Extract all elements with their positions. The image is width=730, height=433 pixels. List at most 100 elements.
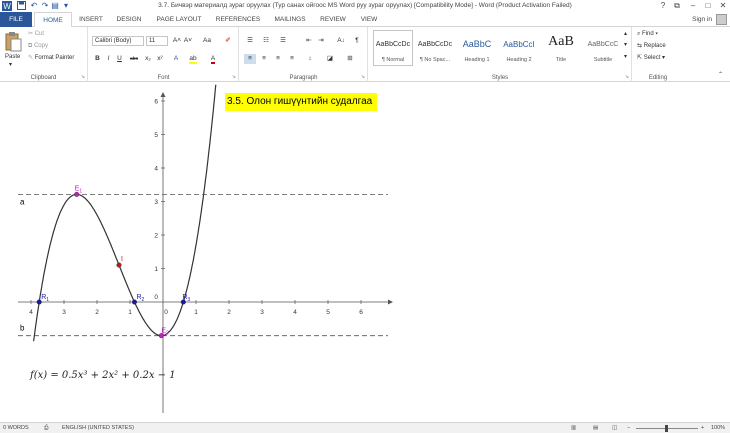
clear-formatting-icon[interactable]: ✐ <box>223 36 233 46</box>
multilevel-list-icon[interactable]: ☰ <box>276 36 290 46</box>
paste-button[interactable]: Paste <box>5 53 20 62</box>
sign-in-link[interactable]: Sign in <box>692 12 712 27</box>
font-color-icon[interactable]: A <box>207 54 219 64</box>
bullets-icon[interactable]: ☰ <box>244 36 256 46</box>
zoom-out-icon[interactable]: − <box>627 423 630 433</box>
y-tick-label: 6 <box>154 99 158 106</box>
web-layout-icon[interactable]: ◫ <box>612 423 617 433</box>
clipboard-launcher-icon[interactable]: ↘ <box>81 74 85 80</box>
ribbon: Paste ▾ ✂ Cut ⧉ Copy ✎ Format Painter Cl… <box>0 27 730 82</box>
font-launcher-icon[interactable]: ↘ <box>232 74 236 80</box>
close-button[interactable]: ✕ <box>716 0 730 12</box>
editing-label: Editing <box>648 75 668 81</box>
paragraph-launcher-icon[interactable]: ↘ <box>361 74 365 80</box>
format-painter-button[interactable]: ✎ Format Painter <box>28 54 74 63</box>
tab-file[interactable]: FILE <box>0 12 32 27</box>
style-heading-2[interactable]: AaBbCcI Heading 2 <box>499 30 539 66</box>
line-a-label: a <box>20 197 25 206</box>
maximize-button[interactable]: □ <box>701 0 715 12</box>
x-tick-label: 3 <box>62 309 66 316</box>
find-button[interactable]: ⌕ Find ▾ <box>637 30 658 39</box>
copy-label: Copy <box>33 43 48 49</box>
document-area[interactable]: 3.5. Олон гишүүнтийн судалгаа a b 432101… <box>0 83 730 422</box>
x-tick-label: 0 <box>164 309 168 316</box>
style-name: ¶ No Spac... <box>419 57 451 63</box>
highlight-icon[interactable]: ab <box>187 54 199 64</box>
paste-icon[interactable] <box>4 31 22 53</box>
zoom-level[interactable]: 100% <box>711 423 725 433</box>
text-effects-icon[interactable]: A <box>171 54 181 64</box>
bold-button[interactable]: B <box>93 54 102 64</box>
tab-insert[interactable]: INSERT <box>74 12 108 27</box>
borders-icon[interactable]: ⊞ <box>344 54 356 64</box>
change-case-button[interactable]: Aa <box>199 36 215 46</box>
tab-mailings[interactable]: MAILINGS <box>268 12 312 27</box>
y-tick-label: 4 <box>154 166 158 173</box>
x-tick-label: 4 <box>293 309 297 316</box>
style-name: ¶ Normal <box>381 57 405 63</box>
font-name-select[interactable]: Calibri (Body) <box>92 36 144 46</box>
style-name: Title <box>555 57 567 63</box>
font-size-select[interactable]: 11 <box>146 36 168 46</box>
point-r3-subscript: 3 <box>187 297 190 303</box>
zoom-in-icon[interactable]: + <box>701 423 704 433</box>
align-right-icon[interactable]: ≡ <box>272 54 284 64</box>
align-center-icon[interactable]: ≡ <box>258 54 270 64</box>
show-marks-button[interactable]: ¶ <box>352 36 362 46</box>
sort-button[interactable]: A↓ <box>335 36 347 46</box>
align-left-icon[interactable]: ≡ <box>244 54 256 64</box>
paste-dropdown-icon[interactable]: ▾ <box>9 61 12 70</box>
x-tick-label: 6 <box>359 309 363 316</box>
style-title[interactable]: AaB Title <box>541 30 581 66</box>
grow-font-button[interactable]: A˄ <box>172 36 182 46</box>
word-count[interactable]: 0 WORDS <box>3 423 29 433</box>
italic-button[interactable]: I <box>104 54 113 64</box>
zoom-slider-thumb[interactable] <box>665 425 668 432</box>
decrease-indent-icon[interactable]: ⇤ <box>304 36 314 46</box>
strikethrough-button[interactable]: abc <box>127 54 141 64</box>
styles-scroll-down-icon[interactable]: ▾ <box>624 41 627 50</box>
shading-icon[interactable]: ◪ <box>324 54 336 64</box>
tab-page-layout[interactable]: PAGE LAYOUT <box>150 12 208 27</box>
cut-button[interactable]: ✂ Cut <box>28 30 44 39</box>
read-mode-icon[interactable]: ▥ <box>571 423 576 433</box>
y-tick-label: 5 <box>154 132 158 139</box>
numbering-icon[interactable]: ☷ <box>260 36 272 46</box>
proofing-icon[interactable]: ⎙ <box>44 423 48 433</box>
y-tick-label: 0 <box>154 294 158 301</box>
shrink-font-button[interactable]: A˅ <box>183 36 193 46</box>
tab-view[interactable]: VIEW <box>354 12 384 27</box>
print-layout-icon[interactable]: ▤ <box>593 423 598 433</box>
collapse-ribbon-icon[interactable]: ⌃ <box>718 71 723 80</box>
minimize-button[interactable]: – <box>686 0 700 12</box>
point-i-label: I <box>121 256 123 263</box>
subscript-button[interactable]: x₂ <box>143 54 153 64</box>
line-spacing-icon[interactable]: ↕ <box>304 54 316 64</box>
styles-more-icon[interactable]: ▾ <box>624 53 627 62</box>
style-no-spacing[interactable]: AaBbCcDc ¶ No Spac... <box>415 30 455 66</box>
select-button[interactable]: ⇱ Select ▾ <box>637 54 665 63</box>
point-r2-subscript: 2 <box>142 297 145 303</box>
copy-button[interactable]: ⧉ Copy <box>28 42 48 51</box>
justify-icon[interactable]: ≡ <box>286 54 298 64</box>
underline-button[interactable]: U <box>115 54 124 64</box>
styles-scroll-up-icon[interactable]: ▴ <box>624 30 627 39</box>
ribbon-tabs: FILE HOME INSERT DESIGN PAGE LAYOUT REFE… <box>0 12 730 28</box>
ribbon-display-button[interactable]: ⧉ <box>670 0 684 12</box>
tab-home[interactable]: HOME <box>34 12 72 28</box>
tab-design[interactable]: DESIGN <box>110 12 148 27</box>
language-status[interactable]: ENGLISH (UNITED STATES) <box>62 423 134 433</box>
style-subtitle[interactable]: AaBbCcC Subtitle <box>583 30 623 66</box>
help-button[interactable]: ? <box>656 0 670 12</box>
style-name: Subtitle <box>593 57 613 63</box>
editing-group: ⌕ Find ▾ ⇆ Replace ⇱ Select ▾ Editing <box>633 27 683 82</box>
style-normal[interactable]: AaBbCcDc ¶ Normal <box>373 30 413 66</box>
tab-references[interactable]: REFERENCES <box>210 12 266 27</box>
avatar[interactable] <box>716 14 727 25</box>
style-heading-1[interactable]: AaBbC Heading 1 <box>457 30 497 66</box>
styles-launcher-icon[interactable]: ↘ <box>625 74 629 80</box>
increase-indent-icon[interactable]: ⇥ <box>316 36 326 46</box>
superscript-button[interactable]: x² <box>155 54 165 64</box>
tab-review[interactable]: REVIEW <box>314 12 352 27</box>
replace-button[interactable]: ⇆ Replace <box>637 42 666 51</box>
